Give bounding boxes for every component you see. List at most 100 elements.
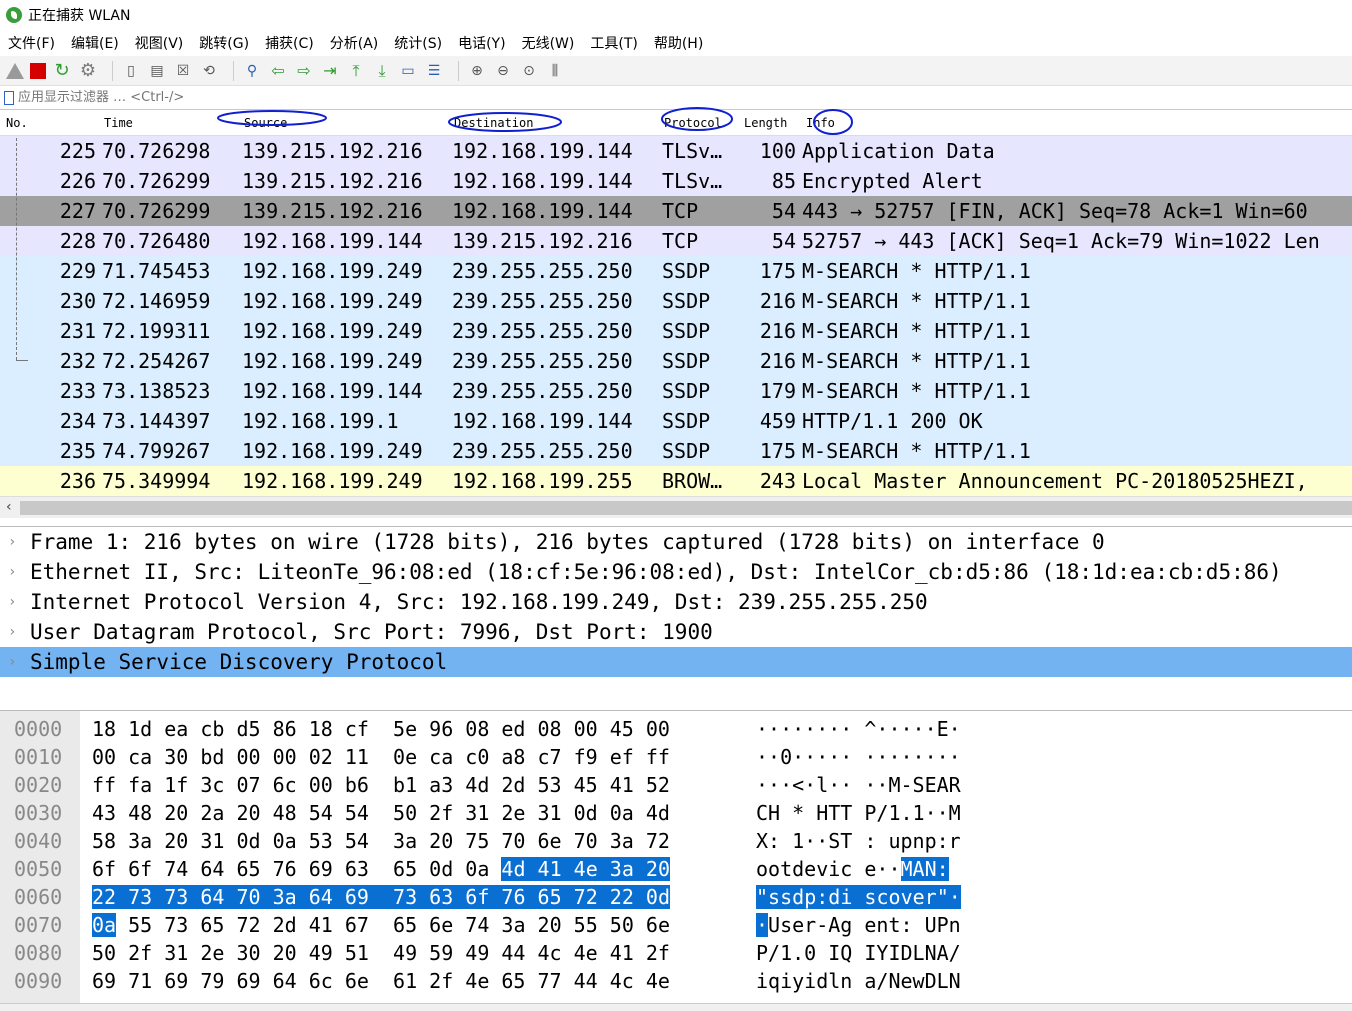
expand-chevron-icon[interactable]: › bbox=[8, 587, 16, 617]
packet-row[interactable]: 231 72.199311 192.168.199.249 239.255.255.2… bbox=[0, 316, 1352, 346]
packet-row[interactable]: 235 74.799267 192.168.199.249 239.255.255.2… bbox=[0, 436, 1352, 466]
normal-size-icon[interactable]: ⊙ bbox=[519, 61, 539, 81]
packet-no: 230 bbox=[59, 289, 96, 313]
packet-dst: 239.255.255.250 bbox=[452, 439, 633, 463]
zoom-in-icon[interactable]: ⊕ bbox=[467, 61, 487, 81]
expand-chevron-icon[interactable]: › bbox=[8, 647, 16, 677]
expand-chevron-icon[interactable]: › bbox=[8, 617, 16, 647]
bytes-offset: 0020 bbox=[14, 773, 63, 797]
bytes-hex[interactable]: 18 1d ea cb d5 86 18 cf 5e 96 08 ed 08 0… bbox=[92, 715, 670, 743]
menu-item[interactable]: 文件(F) bbox=[8, 33, 55, 53]
packet-time: 75.349994 bbox=[102, 469, 211, 493]
bytes-ascii[interactable]: ootdevic e··MAN: bbox=[756, 855, 949, 883]
packet-src: 139.215.192.216 bbox=[242, 169, 423, 193]
detail-tree-item[interactable]: › Internet Protocol Version 4, Src: 192.1… bbox=[0, 587, 1352, 617]
go-to-packet-icon[interactable]: ⇥ bbox=[320, 61, 340, 81]
column-length[interactable]: Length bbox=[744, 116, 787, 130]
bytes-hex[interactable]: 69 71 69 79 69 64 6c 6e 61 2f 4e 65 77 4… bbox=[92, 967, 670, 995]
packet-row[interactable]: 230 72.146959 192.168.199.249 239.255.255.2… bbox=[0, 286, 1352, 316]
bytes-hex[interactable]: 58 3a 20 31 0d 0a 53 54 3a 20 75 70 6e 7… bbox=[92, 827, 670, 855]
detail-text: Frame 1: 216 bytes on wire (1728 bits), … bbox=[30, 530, 1105, 554]
menu-item[interactable]: 视图(V) bbox=[135, 33, 184, 53]
packet-row[interactable]: 227 70.726299 139.215.192.216 192.168.199.1… bbox=[0, 196, 1352, 226]
menu-item[interactable]: 捕获(C) bbox=[265, 33, 314, 53]
capture-options-icon[interactable]: ⚙ bbox=[78, 60, 98, 81]
bytes-hex[interactable]: 0a 55 73 65 72 2d 41 67 65 6e 74 3a 20 5… bbox=[92, 911, 670, 939]
start-capture-icon[interactable] bbox=[6, 62, 24, 79]
last-packet-icon[interactable]: ⤓ bbox=[372, 61, 392, 81]
bytes-ascii[interactable]: ··0····· ········ bbox=[756, 743, 961, 771]
zoom-out-icon[interactable]: ⊖ bbox=[493, 61, 513, 81]
bytes-ascii[interactable]: iqiyidln a/NewDLN bbox=[756, 967, 961, 995]
bytes-ascii[interactable]: "ssdp:di scover"· bbox=[756, 883, 961, 911]
packet-info: Local Master Announcement PC-20180525HEZ… bbox=[802, 469, 1308, 493]
detail-text: Ethernet II, Src: LiteonTe_96:08:ed (18:… bbox=[30, 560, 1282, 584]
open-file-icon[interactable]: ▯ bbox=[121, 61, 141, 81]
scroll-left-icon[interactable]: ‹ bbox=[6, 499, 12, 515]
packet-row[interactable]: 226 70.726299 139.215.192.216 192.168.199.1… bbox=[0, 166, 1352, 196]
reload-file-icon[interactable]: ⟲ bbox=[199, 61, 219, 81]
restart-capture-icon[interactable]: ↻ bbox=[52, 60, 72, 81]
bytes-ascii[interactable]: ·User-Ag ent: UPn bbox=[756, 911, 961, 939]
find-packet-icon[interactable]: ⚲ bbox=[242, 61, 262, 81]
go-back-icon[interactable]: ⇦ bbox=[268, 61, 288, 81]
stop-capture-icon[interactable] bbox=[30, 62, 46, 79]
autoscroll-icon[interactable]: ▭ bbox=[398, 61, 418, 81]
bytes-ascii[interactable]: X: 1··ST : upnp:r bbox=[756, 827, 961, 855]
column-protocol[interactable]: Protocol bbox=[664, 116, 722, 130]
expand-chevron-icon[interactable]: › bbox=[8, 557, 16, 587]
menu-item[interactable]: 工具(T) bbox=[590, 33, 637, 53]
packet-row[interactable]: 232 72.254267 192.168.199.249 239.255.255.2… bbox=[0, 346, 1352, 376]
detail-tree-item[interactable]: › Simple Service Discovery Protocol bbox=[0, 647, 1352, 677]
menu-item[interactable]: 统计(S) bbox=[394, 33, 442, 53]
bytes-hex[interactable]: 00 ca 30 bd 00 00 02 11 0e ca c0 a8 c7 f… bbox=[92, 743, 670, 771]
menu-item[interactable]: 电话(Y) bbox=[458, 33, 505, 53]
close-file-icon[interactable]: ☒ bbox=[173, 61, 193, 81]
packet-row[interactable]: 228 70.726480 192.168.199.144 139.215.192.2… bbox=[0, 226, 1352, 256]
packet-time: 74.799267 bbox=[102, 439, 211, 463]
packet-row[interactable]: 233 73.138523 192.168.199.144 239.255.255.2… bbox=[0, 376, 1352, 406]
filter-bookmark-icon[interactable] bbox=[4, 90, 14, 105]
bytes-hex[interactable]: 43 48 20 2a 20 48 54 54 50 2f 31 2e 31 0… bbox=[92, 799, 670, 827]
detail-tree-item[interactable]: › Ethernet II, Src: LiteonTe_96:08:ed (18… bbox=[0, 557, 1352, 587]
packet-row[interactable]: 229 71.745453 192.168.199.249 239.255.255.2… bbox=[0, 256, 1352, 286]
detail-tree-item[interactable]: › User Datagram Protocol, Src Port: 7996,… bbox=[0, 617, 1352, 647]
column-no[interactable]: No. bbox=[6, 116, 28, 130]
column-source[interactable]: Source bbox=[244, 116, 287, 130]
packet-row[interactable]: 236 75.349994 192.168.199.249 192.168.199.2… bbox=[0, 466, 1352, 496]
packet-list-hscrollbar[interactable]: ‹ bbox=[0, 496, 1352, 518]
go-forward-icon[interactable]: ⇨ bbox=[294, 61, 314, 81]
save-file-icon[interactable]: ▤ bbox=[147, 61, 167, 81]
bytes-row: 0090 69 71 69 79 69 64 6c 6e 61 2f 4e 65 … bbox=[0, 967, 1352, 995]
packet-row[interactable]: 225 70.726298 139.215.192.216 192.168.199.1… bbox=[0, 136, 1352, 166]
menu-item[interactable]: 帮助(H) bbox=[654, 33, 703, 53]
menu-item[interactable]: 分析(A) bbox=[330, 33, 379, 53]
menu-item[interactable]: 跳转(G) bbox=[199, 33, 249, 53]
bytes-hex[interactable]: 6f 6f 74 64 65 76 69 63 65 0d 0a 4d 41 4… bbox=[92, 855, 670, 883]
packet-dst: 239.255.255.250 bbox=[452, 259, 633, 283]
menu-item[interactable]: 编辑(E) bbox=[71, 33, 119, 53]
packet-dst: 139.215.192.216 bbox=[452, 229, 633, 253]
bytes-hex[interactable]: 22 73 73 64 70 3a 64 69 73 63 6f 76 65 7… bbox=[92, 883, 671, 911]
bytes-hex[interactable]: 50 2f 31 2e 30 20 49 51 49 59 49 44 4c 4… bbox=[92, 939, 670, 967]
column-destination[interactable]: Destination bbox=[454, 116, 533, 130]
resize-columns-icon[interactable]: ⫼ bbox=[545, 61, 565, 81]
expand-chevron-icon[interactable]: › bbox=[8, 527, 16, 557]
column-info[interactable]: Info bbox=[806, 116, 835, 130]
menu-item[interactable]: 无线(W) bbox=[522, 33, 575, 53]
bytes-hex[interactable]: ff fa 1f 3c 07 6c 00 b6 b1 a3 4d 2d 53 4… bbox=[92, 771, 670, 799]
scroll-thumb[interactable] bbox=[20, 501, 1352, 515]
first-packet-icon[interactable]: ⤒ bbox=[346, 61, 366, 81]
packet-row[interactable]: 234 73.144397 192.168.199.1 192.168.199.144… bbox=[0, 406, 1352, 436]
bytes-ascii[interactable]: CH * HTT P/1.1··M bbox=[756, 799, 961, 827]
detail-tree-item[interactable]: › Frame 1: 216 bytes on wire (1728 bits),… bbox=[0, 527, 1352, 557]
packet-info: M-SEARCH * HTTP/1.1 bbox=[802, 259, 1031, 283]
bytes-ascii[interactable]: P/1.0 IQ IYIDLNA/ bbox=[756, 939, 961, 967]
display-filter-input[interactable] bbox=[18, 90, 618, 105]
packet-dst: 239.255.255.250 bbox=[452, 349, 633, 373]
bytes-ascii[interactable]: ···<·l·· ··M-SEAR bbox=[756, 771, 961, 799]
packet-info: 52757 → 443 [ACK] Seq=1 Ack=79 Win=1022 … bbox=[802, 229, 1320, 253]
bytes-ascii[interactable]: ········ ^·····E· bbox=[756, 715, 961, 743]
column-time[interactable]: Time bbox=[104, 116, 133, 130]
colorize-icon[interactable]: ☰ bbox=[424, 61, 444, 81]
